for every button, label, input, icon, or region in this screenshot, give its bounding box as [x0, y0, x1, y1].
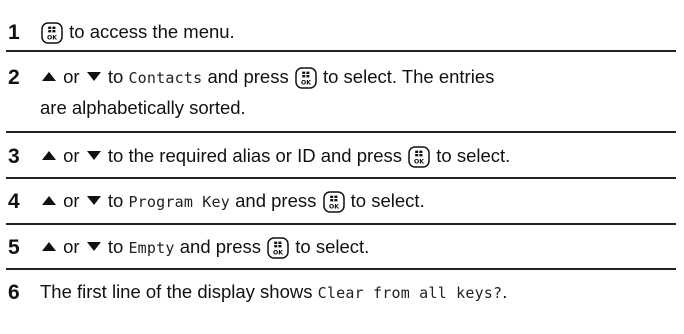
- step-divider: [6, 223, 676, 225]
- step-divider: [6, 177, 676, 179]
- procedure-steps: 1 to access the menu. 2 or to Contacts a…: [0, 0, 684, 334]
- step-divider: [6, 50, 676, 52]
- step-text: or to Program Key and press to select.: [40, 185, 678, 216]
- step-divider: [6, 268, 676, 270]
- step-5: 5 or to Empty and press to select.: [0, 235, 684, 267]
- step-text-segment: to select. The entries: [317, 66, 495, 87]
- step-text-segment: to: [102, 190, 129, 211]
- step-text-segment: to select.: [431, 145, 511, 166]
- step-text-segment: or: [58, 236, 85, 257]
- display-text-clear-from-all-keys: Clear from all keys?: [317, 284, 503, 302]
- menu-ok-key-icon: [295, 67, 317, 89]
- up-arrow-icon: [41, 195, 57, 206]
- step-text-segment: are alphabetically sorted.: [40, 97, 246, 118]
- step-text-segment: to: [102, 66, 129, 87]
- step-text: or to the required alias or ID and press…: [40, 140, 678, 171]
- step-text-segment: to the required alias or ID and press: [102, 145, 408, 166]
- menu-ok-key-icon: [267, 237, 289, 259]
- step-text-segment: or: [58, 66, 85, 87]
- step-text: or to Empty and press to select.: [40, 231, 678, 262]
- step-text-segment: or: [58, 190, 85, 211]
- step-4: 4 or to Program Key and press to select.: [0, 189, 684, 221]
- down-arrow-icon: [86, 150, 102, 161]
- step-text-segment: to select.: [345, 190, 425, 211]
- step-1: 1 to access the menu.: [0, 20, 684, 52]
- display-text-contacts: Contacts: [128, 69, 203, 87]
- step-number: 6: [8, 281, 20, 304]
- step-text-segment: or: [58, 145, 85, 166]
- step-divider: [6, 131, 676, 133]
- up-arrow-icon: [41, 150, 57, 161]
- up-arrow-icon: [41, 241, 57, 252]
- step-text-segment: to: [102, 236, 129, 257]
- step-text-segment: and press: [230, 190, 322, 211]
- step-number: 1: [8, 21, 20, 44]
- step-text-segment: and press: [174, 236, 267, 257]
- step-text: or to Contacts and press to select. The …: [40, 61, 678, 123]
- step-text-segment: .: [502, 281, 508, 302]
- step-text-segment: to select.: [290, 236, 370, 257]
- up-arrow-icon: [41, 71, 57, 82]
- step-number: 3: [8, 145, 20, 168]
- step-number: 2: [8, 66, 20, 89]
- step-number: 5: [8, 236, 20, 259]
- display-text-empty: Empty: [128, 239, 175, 257]
- step-6: 6 The first line of the display shows Cl…: [0, 280, 684, 312]
- display-text-program-key: Program Key: [128, 193, 230, 211]
- step-text-segment: to access the menu.: [64, 21, 235, 42]
- down-arrow-icon: [86, 71, 102, 82]
- step-text: to access the menu.: [40, 16, 678, 47]
- down-arrow-icon: [86, 241, 102, 252]
- down-arrow-icon: [86, 195, 102, 206]
- step-text-segment: The first line of the display shows: [40, 281, 318, 302]
- menu-ok-key-icon: [41, 22, 63, 44]
- step-text: The first line of the display shows Clea…: [40, 276, 678, 307]
- step-2: 2 or to Contacts and press to select. Th…: [0, 65, 684, 127]
- step-text-segment: and press: [202, 66, 294, 87]
- step-3: 3 or to the required alias or ID and pre…: [0, 144, 684, 176]
- step-number: 4: [8, 190, 20, 213]
- menu-ok-key-icon: [323, 191, 345, 213]
- menu-ok-key-icon: [408, 146, 430, 168]
